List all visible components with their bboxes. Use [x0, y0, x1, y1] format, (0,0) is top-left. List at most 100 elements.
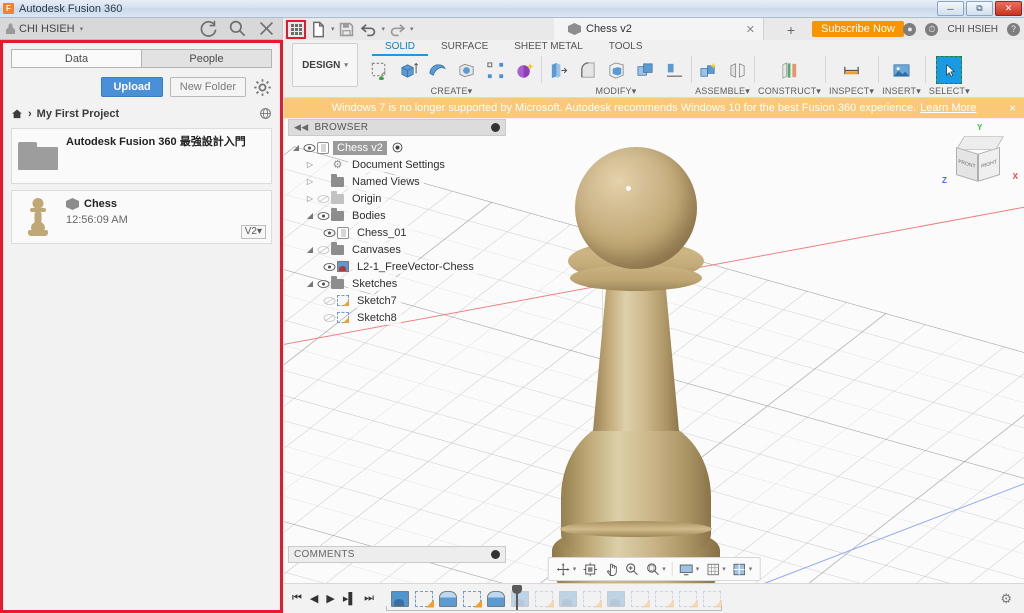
view-cube[interactable]: FRONT RIGHT Y X Z [940, 123, 1020, 199]
timeline-feature[interactable] [655, 590, 674, 607]
sweep-icon[interactable] [453, 56, 479, 84]
visibility-eye-icon[interactable] [322, 261, 337, 273]
chevron-down-icon[interactable]: ▾ [722, 565, 726, 573]
timeline-track[interactable] [384, 584, 724, 613]
timeline-feature[interactable] [391, 590, 410, 607]
timeline-feature[interactable] [439, 590, 458, 607]
chevron-down-icon[interactable]: ▾ [965, 86, 970, 96]
home-icon[interactable] [11, 108, 23, 120]
go-to-end-icon[interactable]: ⏭ [364, 592, 374, 605]
globe-icon[interactable] [259, 107, 272, 120]
job-status-icon[interactable]: ● [903, 22, 917, 36]
save-icon[interactable] [337, 20, 357, 39]
visibility-eye-hidden-icon[interactable] [322, 312, 337, 324]
list-item[interactable]: Chess 12:56:09 AM V2▾ [11, 190, 272, 244]
tab-data[interactable]: Data [11, 49, 141, 68]
create-sketch-icon[interactable] [366, 56, 392, 84]
document-tab[interactable]: Chess v2 ✕ [554, 18, 764, 40]
expand-triangle-icon[interactable]: ▷ [304, 194, 316, 203]
tree-item-document-settings[interactable]: ▷ ⚙ Document Settings [288, 156, 506, 173]
expand-triangle-icon[interactable]: ▷ [304, 177, 316, 186]
view-cube-right-face[interactable]: RIGHT [978, 147, 1000, 182]
chevron-down-icon[interactable]: ▾ [331, 25, 335, 33]
expand-triangle-icon[interactable]: ▷ [304, 160, 316, 169]
fit-icon[interactable]: ▾ [643, 562, 668, 577]
account-name[interactable]: CHI HSIEH [947, 24, 998, 35]
align-icon[interactable] [661, 56, 687, 84]
gear-icon[interactable]: ⚙ [1000, 591, 1012, 607]
insert-canvas-icon[interactable] [889, 56, 915, 84]
timeline-feature[interactable] [679, 590, 698, 607]
tree-item-sketches[interactable]: ◢ Sketches [288, 275, 506, 292]
look-at-icon[interactable] [580, 562, 599, 577]
panel-label-insert[interactable]: INSERT [882, 86, 916, 96]
help-icon[interactable]: ? [1007, 22, 1020, 36]
tree-item-named-views[interactable]: ▷ Named Views [288, 173, 506, 190]
play-icon[interactable]: ▶ [326, 592, 334, 605]
orbit-icon[interactable]: ▾ [554, 562, 579, 577]
tree-item-canvas-image[interactable]: L2-1_FreeVector-Chess [288, 258, 506, 275]
chevron-down-icon[interactable]: ▾ [573, 565, 577, 573]
learn-more-link[interactable]: Learn More [920, 102, 976, 114]
breadcrumb-path[interactable]: My First Project [37, 108, 120, 120]
new-component-icon[interactable] [695, 56, 721, 84]
tree-item-canvases[interactable]: ◢ Canvases [288, 241, 506, 258]
refresh-icon[interactable] [199, 19, 218, 38]
revolve-icon[interactable] [424, 56, 450, 84]
breadcrumb[interactable]: › My First Project [11, 107, 272, 120]
subscribe-button[interactable]: Subscribe Now [812, 21, 904, 37]
timeline-feature[interactable] [487, 590, 506, 607]
undo-icon[interactable] [359, 20, 379, 39]
visibility-eye-hidden-icon[interactable] [316, 193, 331, 205]
select-window-icon[interactable] [936, 56, 963, 84]
timeline-feature[interactable] [703, 590, 722, 607]
tree-item-bodies[interactable]: ◢ Bodies [288, 207, 506, 224]
view-cube-front-face[interactable]: FRONT [956, 147, 978, 182]
go-to-beginning-icon[interactable]: ⏮ [292, 592, 302, 605]
panel-label-assemble[interactable]: ASSEMBLE [695, 86, 745, 96]
timeline-playhead[interactable] [512, 584, 523, 610]
measure-icon[interactable] [839, 56, 865, 84]
chevron-down-icon[interactable]: ▾ [468, 86, 473, 96]
expand-triangle-icon[interactable]: ◢ [304, 211, 316, 220]
chevron-down-icon[interactable]: ▾ [745, 86, 750, 96]
tab-people[interactable]: People [141, 49, 272, 68]
workspace-selector[interactable]: DESIGN ▾ [292, 43, 358, 87]
zoom-icon[interactable] [622, 562, 641, 577]
gear-icon[interactable] [253, 78, 272, 97]
shell-icon[interactable] [603, 56, 629, 84]
panel-dot-icon[interactable] [491, 550, 500, 559]
offset-plane-icon[interactable] [777, 56, 803, 84]
timeline-feature[interactable] [631, 590, 650, 607]
3d-viewport[interactable]: ◀◀ BROWSER ◢ Chess v2 ▷ ⚙ Document Setti… [284, 119, 1024, 613]
user-menu[interactable]: CHI HSIEH ▾ [6, 23, 83, 35]
chevron-down-icon[interactable]: ▾ [749, 565, 753, 573]
joint-icon[interactable] [724, 56, 750, 84]
new-folder-button[interactable]: New Folder [169, 77, 246, 97]
file-icon[interactable] [308, 20, 328, 39]
extrude-icon[interactable] [395, 56, 421, 84]
visibility-eye-icon[interactable] [302, 142, 317, 154]
tree-item-chess-01[interactable]: Chess_01 [288, 224, 506, 241]
panel-label-select[interactable]: SELECT [929, 86, 965, 96]
close-panel-icon[interactable] [257, 19, 276, 38]
visibility-eye-hidden-icon[interactable] [322, 295, 337, 307]
panel-label-construct[interactable]: CONSTRUCT [758, 86, 816, 96]
visibility-eye-icon[interactable] [316, 278, 331, 290]
timeline-feature[interactable] [583, 590, 602, 607]
pattern-icon[interactable] [482, 56, 508, 84]
chevron-down-icon[interactable]: ▾ [382, 25, 386, 33]
visibility-eye-icon[interactable] [316, 210, 331, 222]
combine-icon[interactable] [632, 56, 658, 84]
timeline-feature[interactable] [415, 590, 434, 607]
chevron-down-icon[interactable]: ▾ [410, 25, 414, 33]
tree-item-sketch7[interactable]: Sketch7 [288, 292, 506, 309]
pan-icon[interactable] [601, 562, 620, 577]
panel-label-modify[interactable]: MODIFY [596, 86, 632, 96]
expand-triangle-icon[interactable]: ◢ [304, 279, 316, 288]
chevron-down-icon[interactable]: ▾ [632, 86, 637, 96]
press-pull-icon[interactable] [545, 56, 571, 84]
close-banner-icon[interactable]: × [1009, 101, 1016, 115]
close-icon[interactable]: ✕ [995, 1, 1022, 16]
radio-activate-icon[interactable] [392, 142, 403, 153]
